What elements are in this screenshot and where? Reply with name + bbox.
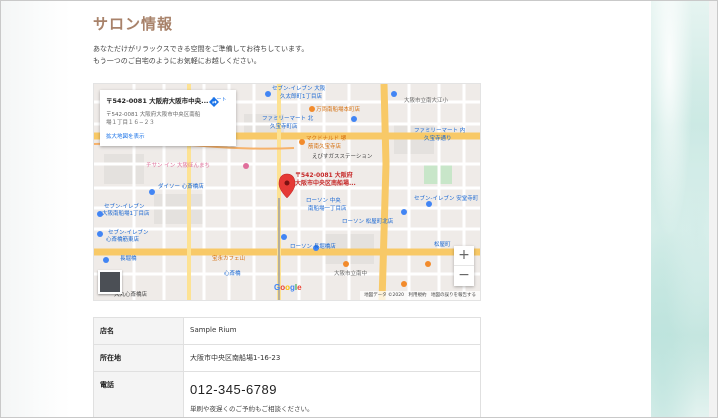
right-decorative-background	[649, 1, 717, 417]
pin-label-line1: 〒542-0081 大阪府	[295, 172, 353, 179]
map-label: 宝永カフェ山	[212, 256, 246, 262]
map-label: 久宝寺町店	[270, 124, 298, 130]
zoom-out-button[interactable]: −	[454, 266, 474, 286]
scrollbar-track[interactable]	[709, 1, 717, 417]
pin-label-line2: 大阪市中央区南船場...	[295, 180, 356, 187]
enlarge-map-link[interactable]: 拡大地図を表示	[106, 132, 230, 140]
row-label-phone: 電話	[93, 371, 184, 417]
map-label: 大阪市立南大江小	[404, 98, 449, 104]
main-content: サロン情報 あなただけがリラックスできる空間をご準備してお待ちしています。 もう…	[71, 1, 651, 417]
map-label: ローソン 中央	[306, 198, 341, 204]
zoom-controls: + −	[454, 246, 474, 286]
map-label: 筋南久宝寺店	[308, 144, 342, 150]
map-label: 心斎橋筋東店	[106, 237, 140, 243]
map-info-card: 〒542-0081 大阪府大阪市中央... 〒542-0081 大阪府大阪市中央…	[100, 90, 236, 146]
row-label-name: 店名	[93, 317, 184, 345]
map-label: ファミリーマート 内	[414, 128, 466, 134]
map-label: ファミリーマート 北	[262, 116, 314, 122]
phone-note: 単刷や夜遅くのご予約もご相談ください。	[190, 405, 314, 413]
section-title: サロン情報	[93, 15, 174, 33]
google-map[interactable]: セブン-イレブン 大阪 久太郎町1丁目店 万両南船場本町店 大阪市立南大江小 フ…	[93, 83, 481, 301]
map-label: ローソン 松屋町北店	[342, 219, 394, 225]
route-button[interactable]: ルート	[208, 96, 230, 107]
map-label: 心斎橋	[224, 271, 241, 277]
map-label: 長堀橋	[120, 256, 137, 262]
map-label: マクドナルド 堺	[306, 136, 347, 142]
directions-icon	[209, 97, 219, 107]
left-background	[1, 1, 71, 417]
row-value-address: 大阪市中央区南船場1-16-23	[183, 344, 481, 372]
intro-line-1: あなただけがリラックスできる空間をご準備してお待ちしています。	[93, 45, 309, 53]
table-row: 所在地 大阪市中央区南船場1-16-23	[93, 344, 481, 372]
intro-line-2: もう一つのご自宅のようにお気軽にお越しください。	[93, 57, 261, 65]
map-label: 久太郎町1丁目店	[280, 94, 322, 100]
map-label: えびすガスステーション	[312, 154, 373, 160]
row-value-name: Sample Rium	[183, 317, 481, 345]
phone-number[interactable]: 012-345-6789	[190, 382, 474, 397]
map-label: 久宝寺通り	[424, 136, 452, 142]
map-label: セブン-イレブン 大阪	[272, 86, 326, 92]
row-label-address: 所在地	[93, 344, 184, 372]
table-row: 店名 Sample Rium	[93, 317, 481, 345]
page-frame: サロン情報 あなただけがリラックスできる空間をご準備してお待ちしています。 もう…	[0, 0, 718, 418]
table-row: 電話 012-345-6789 単刷や夜遅くのご予約もご相談ください。	[93, 371, 481, 417]
map-label: 万両南船場本町店	[316, 107, 361, 113]
zoom-in-button[interactable]: +	[454, 246, 474, 266]
map-label: 大阪南船場1丁目店	[102, 211, 150, 217]
map-label: 大阪市立南中	[334, 271, 368, 277]
row-value-phone-cell: 012-345-6789 単刷や夜遅くのご予約もご相談ください。	[183, 371, 481, 417]
google-logo: Google	[274, 283, 302, 292]
map-label: ローソン 長堀橋店	[290, 244, 336, 250]
map-label: 南船場一丁目店	[308, 206, 347, 212]
intro-text: あなただけがリラックスできる空間をご準備してお待ちしています。 もう一つのご自宅…	[93, 43, 308, 67]
street-view-pegman-icon[interactable]	[98, 270, 122, 294]
map-label: チサン イン 大阪ほんまち	[146, 163, 210, 169]
map-label: ダイソー 心斎橋店	[158, 184, 204, 190]
salon-info-table: 店名 Sample Rium 所在地 大阪市中央区南船場1-16-23 電話 0…	[93, 317, 481, 417]
map-label: セブン-イレブン 安堂寺町	[414, 196, 479, 202]
map-label: 松屋町	[434, 242, 451, 248]
pin-label: 〒542-0081 大阪府 大阪市中央区南船場...	[295, 172, 356, 188]
map-footer[interactable]: 地図データ ©2020 利用規約 地図の誤りを報告する	[360, 291, 480, 300]
map-card-address: 〒542-0081 大阪府大阪市中央区南船場１丁目１６−２３	[106, 112, 201, 126]
